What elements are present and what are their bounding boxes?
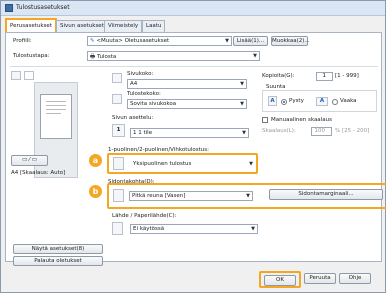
output-size-value: Sovita sivukokoa <box>130 101 177 107</box>
tab-finishing[interactable]: Viimeistely <box>104 20 143 32</box>
chevron-down-icon: ▼ <box>253 53 257 59</box>
divider <box>10 66 378 67</box>
tab-quality[interactable]: Laatu <box>142 20 166 32</box>
binding-margin-button[interactable]: Sidontamarginaali... <box>269 189 383 200</box>
layout-value: 1 1 tile <box>133 130 153 136</box>
title-bar: Tulostusasetukset <box>1 1 385 16</box>
paper-source-icon <box>112 222 123 235</box>
chevron-down-icon: ▼ <box>251 226 255 232</box>
manual-scaling-label: Manuaalinen skaalaus <box>271 117 332 123</box>
chevron-down-icon: ▼ <box>225 38 229 44</box>
chevron-down-icon: ▼ <box>242 130 246 136</box>
chevron-down-icon: ▼ <box>240 81 244 87</box>
page-size-icon <box>112 73 122 83</box>
output-size-select[interactable]: Sovita sivukokoa ▼ <box>127 99 247 109</box>
profile-icon: ✎ <box>90 38 95 44</box>
ok-button[interactable]: OK <box>264 275 296 286</box>
copies-range: [1 - 999] <box>335 73 359 79</box>
help-button[interactable]: Ohje <box>339 273 371 284</box>
page-size-value: A4 <box>130 81 138 87</box>
preview-caption: A4 [Skaalaus: Auto] <box>11 170 66 176</box>
landscape-icon: A <box>316 97 328 106</box>
output-method-select[interactable]: 🖶 Tulosta ▼ <box>87 51 260 61</box>
duplex-highlight: Yksipuolinen tulostus ▼ <box>107 153 258 174</box>
profile-select[interactable]: ✎ <Muuta> Oletusasetukset ▼ <box>87 36 232 46</box>
window-title: Tulostusasetukset <box>16 4 70 11</box>
binding-value: Pitkä reuna [Vasen] <box>132 193 186 199</box>
add-profile-button[interactable]: Lisää(1)... <box>233 36 268 46</box>
copies-input[interactable]: 1 <box>316 72 333 81</box>
portrait-label: Pysty <box>289 98 304 104</box>
binding-highlight: Pitkä reuna [Vasen] ▼ Sidontamarginaali.… <box>107 183 386 209</box>
manual-scaling-checkbox[interactable] <box>262 117 268 123</box>
cancel-button[interactable]: Peruuta <box>304 273 336 284</box>
edit-profile-button[interactable]: Muokkaa(2)... <box>271 36 310 46</box>
printer-icon <box>5 4 13 12</box>
landscape-radio[interactable] <box>332 99 338 105</box>
binding-icon <box>113 189 124 202</box>
scaling-range: % [25 - 200] <box>335 128 370 134</box>
callout-marker-a: a <box>89 154 102 167</box>
settings-view-icon[interactable] <box>24 71 34 80</box>
layout-label: Sivun asettelu: <box>112 115 154 121</box>
basic-settings-panel: Profiili: ✎ <Muuta> Oletusasetukset ▼ Li… <box>5 32 386 266</box>
page-preview <box>40 94 72 139</box>
scaling-label: Skaalaus(L): <box>262 128 296 134</box>
profile-label: Profiili: <box>13 38 32 44</box>
portrait-icon: A <box>268 96 277 106</box>
paper-source-value: Ei käytössä <box>133 226 165 232</box>
paper-source-label: Lähde / Paperilähde(C): <box>112 213 177 219</box>
page-view-icon[interactable] <box>11 71 21 80</box>
duplex-value: Yksipuolinen tulostus <box>133 161 192 167</box>
chevron-down-icon: ▼ <box>246 193 250 199</box>
page-size-label: Sivukoko: <box>127 71 154 77</box>
paper-source-select[interactable]: Ei käytössä ▼ <box>130 224 258 234</box>
duplex-icon <box>113 157 124 170</box>
portrait-radio[interactable] <box>281 99 287 105</box>
output-size-label: Tulostekoko: <box>127 91 161 97</box>
landscape-label: Vaaka <box>340 98 357 104</box>
page-layout-icon: ▭ ⁄ ▭ <box>22 157 37 163</box>
chevron-down-icon: ▼ <box>240 101 244 107</box>
layout-icon: 1 <box>112 124 125 137</box>
layout-select[interactable]: 1 1 tile ▼ <box>130 128 249 138</box>
callout-marker-b: b <box>89 185 102 198</box>
duplex-select[interactable]: Yksipuolinen tulostus ▼ <box>131 160 255 170</box>
tab-page-setup[interactable]: Sivun asetukset <box>56 20 108 32</box>
tab-basic[interactable]: Perusasetukset <box>5 18 57 32</box>
print-settings-window: Tulostusasetukset Perusasetukset Sivun a… <box>0 0 386 293</box>
restore-defaults-button[interactable]: Palauta oletukset <box>13 256 103 266</box>
view-settings-button[interactable]: Näytä asetukset(8) <box>13 244 103 254</box>
scaling-input[interactable]: 100 <box>311 127 332 136</box>
output-method-label: Tulostustapa: <box>13 53 50 59</box>
page-size-select[interactable]: A4 ▼ <box>127 79 247 89</box>
chevron-down-icon: ▼ <box>249 161 253 167</box>
copies-label: Kopioita(G): <box>262 73 295 79</box>
ok-highlight: OK <box>259 271 301 288</box>
profile-value: <Muuta> Oletusasetukset <box>96 38 170 44</box>
output-size-icon <box>112 94 122 104</box>
printer-icon: 🖶 <box>90 54 96 60</box>
output-method-value: Tulosta <box>96 54 117 60</box>
binding-select[interactable]: Pitkä reuna [Vasen] ▼ <box>129 191 253 201</box>
preview-toggle-button[interactable]: ▭ ⁄ ▭ <box>11 155 48 166</box>
